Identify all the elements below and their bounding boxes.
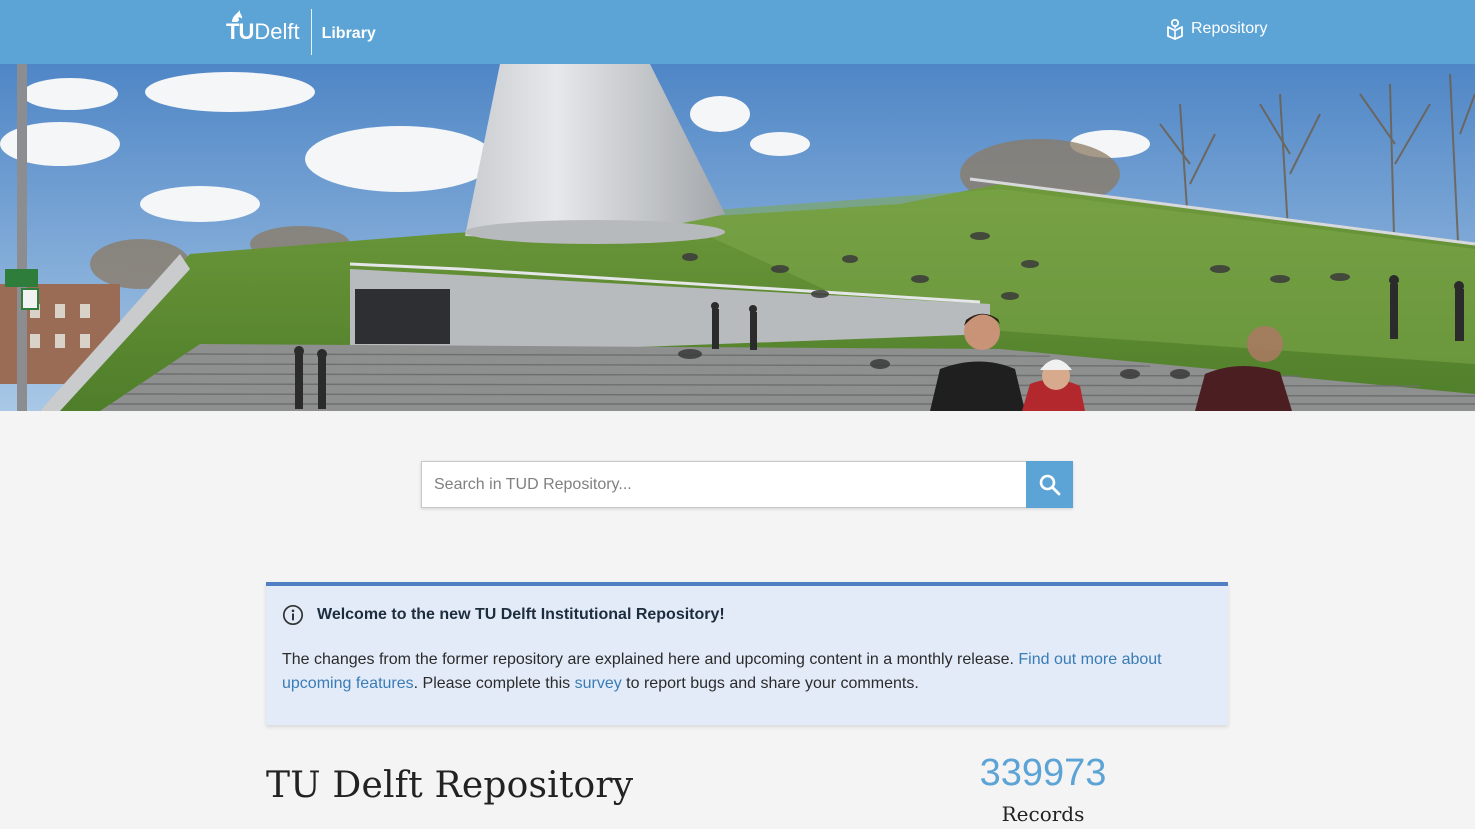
notice-title: Welcome to the new TU Delft Institutiona… (317, 606, 725, 623)
info-icon (282, 604, 304, 626)
hero-banner-image (0, 64, 1475, 411)
search-button[interactable] (1026, 461, 1073, 508)
library-building-photo (0, 64, 1475, 411)
repository-nav-link[interactable]: Repository (1165, 18, 1267, 40)
page-title: TU Delft Repository (266, 765, 634, 806)
logo-divider (310, 9, 312, 55)
search-input[interactable] (421, 461, 1026, 508)
notice-text-part1: The changes from the former repository a… (282, 651, 1019, 668)
notice-header: Welcome to the new TU Delft Institutiona… (282, 604, 1212, 626)
records-label: Records (1001, 802, 1085, 826)
notice-text-part2: . Please complete this (413, 675, 575, 692)
search-icon (1039, 474, 1060, 495)
tu-delft-library-logo[interactable]: TU Delft Library (226, 9, 376, 55)
logo-delft-text: Delft (254, 19, 300, 44)
welcome-notice-banner: Welcome to the new TU Delft Institutiona… (266, 582, 1228, 725)
survey-link[interactable]: survey (575, 675, 622, 692)
notice-body: The changes from the former repository a… (282, 648, 1212, 696)
logo-section-library: Library (321, 24, 376, 42)
repository-icon (1167, 18, 1183, 40)
top-navigation-bar: TU Delft Library Repository (0, 0, 1475, 64)
repository-search-bar (421, 461, 1073, 508)
tu-delft-logo-mark: TU Delft (226, 10, 300, 45)
notice-text-part3: to report bugs and share your comments. (621, 675, 919, 692)
repository-nav-label: Repository (1191, 20, 1268, 37)
flame-icon (232, 10, 243, 22)
records-count: 339973 (979, 752, 1107, 794)
